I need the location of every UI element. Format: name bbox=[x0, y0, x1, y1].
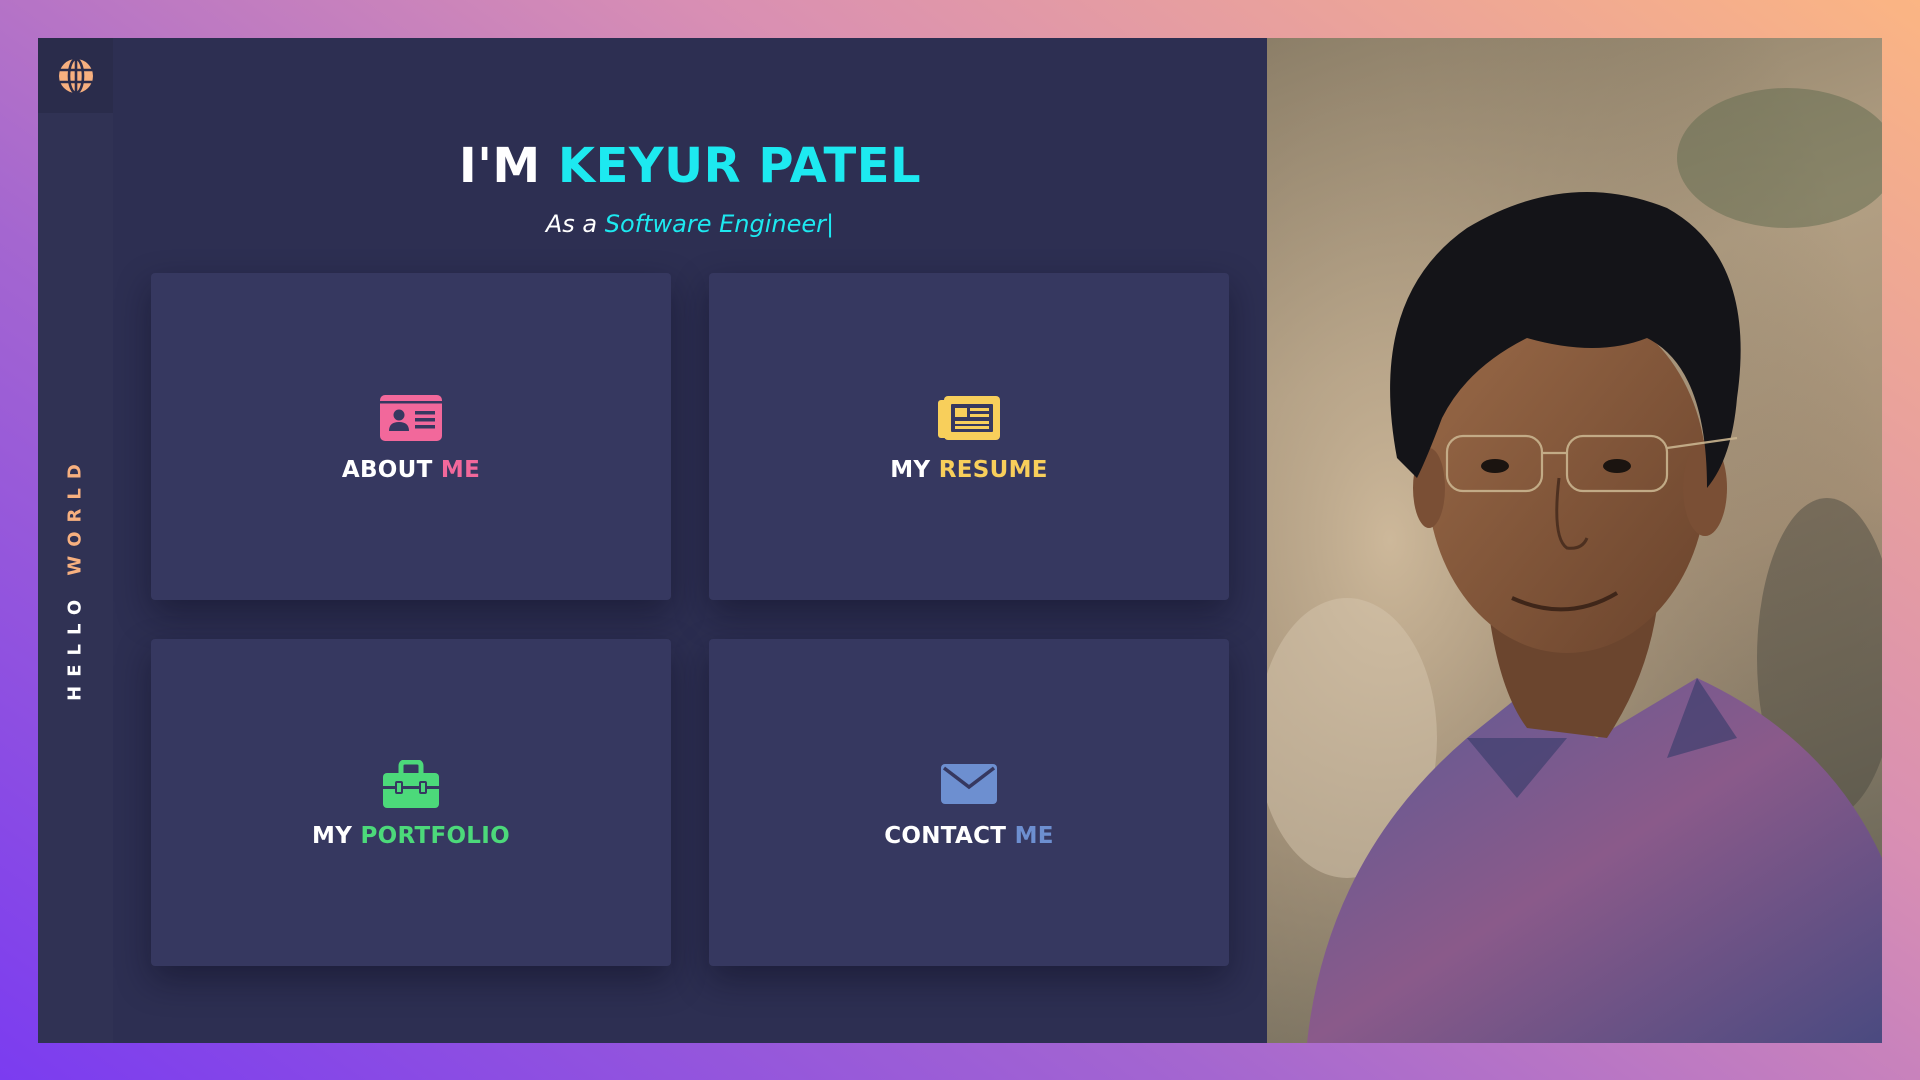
hero-subtitle: As a Software Engineer| bbox=[113, 210, 1267, 238]
hello-world-vertical: HELLO WORLD bbox=[65, 455, 86, 701]
hero-subtitle-prefix: As a bbox=[545, 210, 598, 238]
about-me-label: ABOUT ME bbox=[342, 457, 480, 483]
globe-icon bbox=[58, 57, 93, 94]
id-card-icon bbox=[380, 394, 442, 441]
my-resume-label-main: MY bbox=[890, 456, 931, 483]
about-me-label-accent: ME bbox=[440, 456, 481, 483]
my-resume-card[interactable]: MY RESUME bbox=[709, 273, 1229, 600]
hero-role: Software Engineer| bbox=[604, 210, 835, 238]
side-text-world: WORLD bbox=[64, 455, 86, 576]
my-portfolio-card[interactable]: MY PORTFOLIO bbox=[151, 639, 671, 966]
my-portfolio-label: MY PORTFOLIO bbox=[312, 823, 510, 849]
main-panel: HELLO WORLD I'M KEYUR PATEL As a Softwar… bbox=[38, 38, 1267, 1043]
my-portfolio-label-accent: PORTFOLIO bbox=[360, 822, 510, 849]
my-portfolio-label-main: MY bbox=[312, 822, 353, 849]
side-text-hello: HELLO bbox=[64, 590, 86, 701]
contact-me-label-accent: ME bbox=[1014, 822, 1054, 849]
contact-me-label: CONTACT ME bbox=[884, 823, 1054, 849]
hero-name: KEYUR PATEL bbox=[557, 138, 922, 194]
my-resume-label-accent: RESUME bbox=[938, 456, 1048, 483]
about-me-label-main: ABOUT bbox=[341, 456, 433, 483]
logo-button[interactable] bbox=[38, 38, 113, 113]
side-bar: HELLO WORLD bbox=[38, 38, 113, 1043]
my-resume-label: MY RESUME bbox=[890, 457, 1048, 483]
contact-me-card[interactable]: CONTACT ME bbox=[709, 639, 1229, 966]
about-me-card[interactable]: ABOUT ME bbox=[151, 273, 671, 600]
app-frame: HELLO WORLD I'M KEYUR PATEL As a Softwar… bbox=[38, 38, 1882, 1043]
hero-title-prefix: I'M bbox=[458, 138, 541, 194]
profile-photo bbox=[1267, 38, 1882, 1043]
portrait-illustration bbox=[1267, 38, 1882, 1043]
newspaper-icon bbox=[938, 395, 1000, 440]
envelope-icon bbox=[941, 763, 997, 804]
contact-me-label-main: CONTACT bbox=[884, 822, 1007, 849]
hero-title: I'M KEYUR PATEL bbox=[113, 138, 1267, 194]
toolbox-icon bbox=[383, 759, 439, 808]
